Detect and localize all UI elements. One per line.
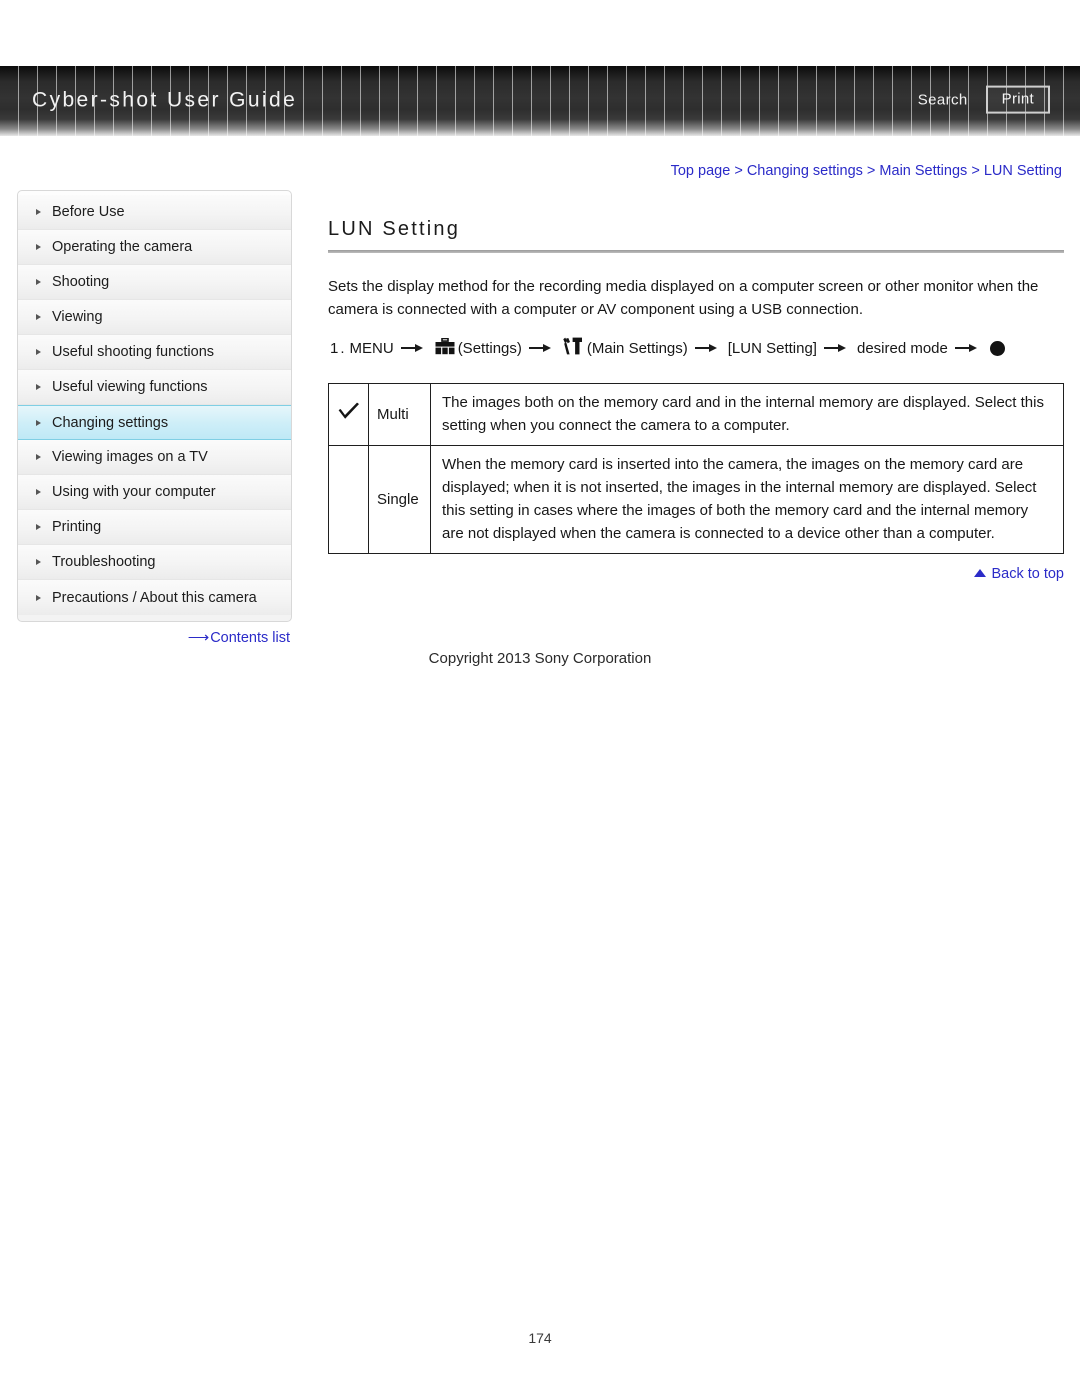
sidebar-item-useful-shooting-functions[interactable]: Useful shooting functions	[18, 335, 291, 370]
breadcrumb-item-changing-settings[interactable]: Changing settings	[747, 163, 863, 179]
sidebar-item-using-with-your-computer[interactable]: Using with your computer	[18, 475, 291, 510]
site-header: Cyber-shot User Guide Search Print	[0, 66, 1080, 136]
chevron-right-icon	[36, 244, 41, 250]
option-description-multi: The images both on the memory card and i…	[430, 383, 1064, 446]
contents-list-label: Contents list	[210, 630, 290, 646]
chevron-right-icon	[36, 314, 41, 320]
sidebar-item-label: Printing	[52, 519, 102, 535]
sidebar-item-troubleshooting[interactable]: Troubleshooting	[18, 545, 291, 580]
breadcrumb-separator: >	[734, 163, 743, 179]
sidebar-item-label: Before Use	[52, 204, 125, 220]
copyright-text: Copyright 2013 Sony Corporation	[428, 650, 652, 667]
print-button[interactable]: Print	[985, 85, 1050, 114]
selected-indicator-cell	[328, 445, 369, 554]
menu-label: MENU	[349, 339, 394, 357]
right-arrow-icon	[954, 342, 981, 354]
chevron-right-icon	[36, 559, 41, 565]
intro-paragraph: Sets the display method for the recordin…	[328, 278, 1039, 318]
sidebar-item-label: Viewing	[52, 309, 103, 325]
table-row: Multi The images both on the memory card…	[328, 383, 1064, 446]
sidebar-item-label: Changing settings	[52, 414, 169, 431]
search-button[interactable]: Search	[914, 89, 972, 110]
sidebar-nav: Before Use Operating the camera Shooting…	[17, 190, 292, 622]
sidebar-item-precautions-about-this-camera[interactable]: Precautions / About this camera	[18, 580, 291, 615]
triangle-up-icon	[974, 569, 987, 577]
right-arrow-icon	[400, 342, 427, 354]
sidebar-item-operating-the-camera[interactable]: Operating the camera	[18, 230, 291, 265]
title-divider	[328, 250, 1064, 253]
site-title: Cyber-shot User Guide	[32, 88, 298, 112]
chevron-right-icon	[36, 489, 41, 495]
main-content: LUN Setting Sets the display method for …	[328, 218, 1064, 554]
option-description-single: When the memory card is inserted into th…	[430, 445, 1064, 554]
breadcrumb: Top page > Changing settings > Main Sett…	[671, 163, 1062, 179]
page-number: 174	[528, 1330, 552, 1346]
right-arrow-icon: ⟶	[187, 629, 209, 646]
breadcrumb-separator: >	[866, 163, 876, 179]
right-arrow-icon	[528, 342, 555, 354]
sidebar-item-before-use[interactable]: Before Use	[18, 195, 291, 230]
breadcrumb-item-main-settings[interactable]: Main Settings	[879, 163, 967, 179]
step-number: 1.	[330, 339, 347, 357]
contents-list-link[interactable]: ⟶ Contents list	[17, 628, 292, 646]
selected-indicator-cell	[328, 383, 369, 446]
chevron-right-icon	[36, 384, 41, 390]
procedure-step-1: 1. MENU (Settings) (Main Settings) [LUN …	[330, 337, 1064, 359]
sidebar-item-label: Viewing images on a TV	[52, 449, 208, 465]
sidebar-item-label: Using with your computer	[52, 484, 216, 500]
sidebar-item-label: Shooting	[52, 274, 110, 290]
sidebar-item-viewing[interactable]: Viewing	[18, 300, 291, 335]
chevron-right-icon	[36, 279, 41, 285]
chevron-right-icon	[36, 594, 41, 601]
breadcrumb-item-lun-setting[interactable]: LUN Setting	[984, 163, 1062, 179]
chevron-right-icon	[36, 524, 41, 530]
sidebar-item-label: Useful shooting functions	[52, 344, 215, 360]
sidebar-item-printing[interactable]: Printing	[18, 510, 291, 545]
chevron-right-icon	[36, 209, 41, 215]
desired-mode-label: desired mode	[856, 339, 948, 357]
header-actions: Search Print	[914, 85, 1050, 114]
sidebar-item-label: Operating the camera	[52, 239, 193, 255]
main-settings-label: (Main Settings)	[586, 339, 688, 357]
chevron-right-icon	[36, 454, 41, 460]
back-to-top-link[interactable]: Back to top	[328, 566, 1064, 582]
sidebar-item-useful-viewing-functions[interactable]: Useful viewing functions	[18, 370, 291, 405]
sidebar-item-label: Precautions / About this camera	[52, 589, 257, 606]
lun-setting-item-label: [LUN Setting]	[727, 339, 817, 357]
option-name-multi: Multi	[368, 383, 431, 446]
sidebar-item-changing-settings[interactable]: Changing settings	[18, 405, 291, 440]
right-arrow-icon	[694, 342, 721, 354]
sidebar-item-viewing-images-on-a-tv[interactable]: Viewing images on a TV	[18, 440, 291, 475]
filled-circle-icon	[989, 340, 1005, 356]
table-row: Single When the memory card is inserted …	[328, 445, 1064, 554]
settings-label: (Settings)	[457, 339, 522, 357]
wrench-screwdriver-icon	[563, 337, 583, 359]
toolbox-icon	[435, 337, 455, 359]
page-title: LUN Setting	[328, 218, 461, 240]
sidebar-item-shooting[interactable]: Shooting	[18, 265, 291, 300]
breadcrumb-item-top-page[interactable]: Top page	[671, 163, 731, 179]
breadcrumb-separator: >	[971, 163, 980, 179]
chevron-right-icon	[36, 419, 41, 426]
option-name-single: Single	[368, 445, 431, 554]
checkmark-icon	[338, 402, 360, 424]
sidebar-item-label: Useful viewing functions	[52, 379, 208, 395]
sidebar-item-label: Troubleshooting	[52, 554, 156, 570]
right-arrow-icon	[823, 342, 850, 354]
lun-setting-options-table: Multi The images both on the memory card…	[328, 383, 1064, 554]
back-to-top-label: Back to top	[991, 566, 1064, 582]
chevron-right-icon	[36, 349, 41, 355]
